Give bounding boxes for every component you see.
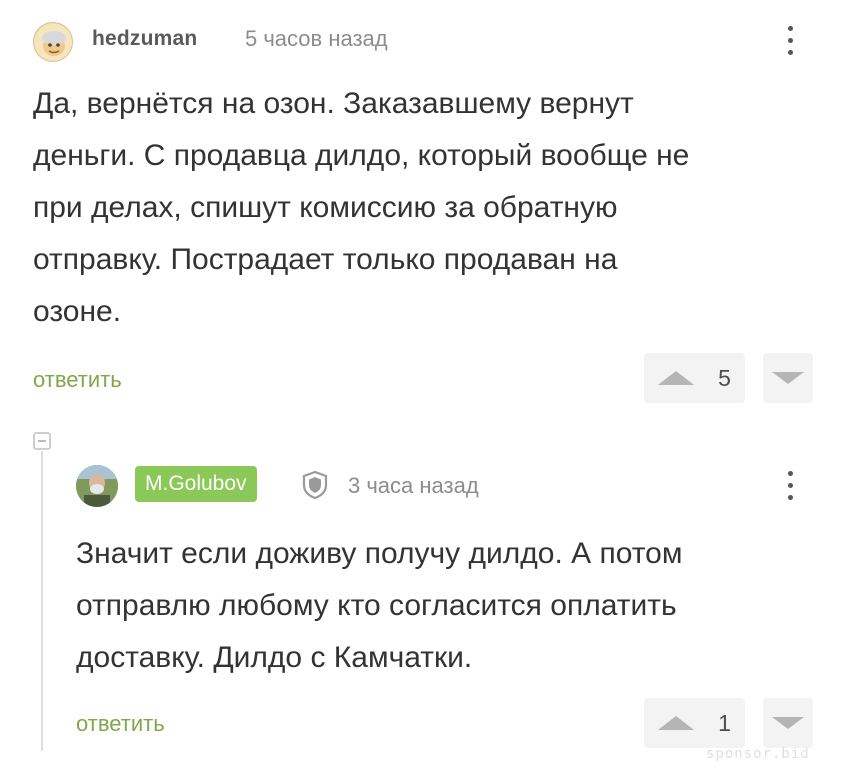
reply-link[interactable]: ответить xyxy=(33,367,122,393)
downvote-button[interactable] xyxy=(763,353,813,403)
collapse-thread-button[interactable] xyxy=(33,432,51,450)
rating-count: 5 xyxy=(718,364,731,391)
upvote-button[interactable]: 1 xyxy=(644,698,745,748)
avatar-golubov-icon xyxy=(76,465,118,507)
comment-line: деньги. С продавца дилдо, который вообще… xyxy=(33,139,690,172)
comment-line: озоне. xyxy=(33,295,122,328)
arrow-up-icon xyxy=(658,716,695,730)
collapse-minus-icon xyxy=(38,440,46,442)
avatar-hedzuman-icon xyxy=(35,24,72,61)
avatar[interactable] xyxy=(33,22,73,62)
arrow-down-icon xyxy=(772,717,804,729)
arrow-down-icon xyxy=(772,372,804,384)
rating-count: 1 xyxy=(718,709,731,736)
comment-time[interactable]: 5 часов назад xyxy=(245,26,388,52)
comment-line: при делах, спишут комиссию за обратную xyxy=(33,191,618,224)
thread-line[interactable] xyxy=(41,451,43,751)
comment-line: отправлю любому кто согласится оплатить xyxy=(76,589,677,622)
watermark: sponsor.bid xyxy=(706,746,810,762)
comment-author[interactable]: hedzuman xyxy=(92,27,197,51)
comment-body: Да, вернётся на озон. Заказавшему вернут… xyxy=(33,78,813,338)
reply-link[interactable]: ответить xyxy=(76,711,165,737)
comment-line: доставку. Дилдо с Камчатки. xyxy=(76,641,473,674)
comment-body: Значит если доживу получу дилдо. А потом… xyxy=(76,528,816,684)
comment-line: Значит если доживу получу дилдо. А потом xyxy=(76,537,683,570)
comment-time[interactable]: 3 часа назад xyxy=(348,473,479,499)
comment-line: отправку. Пострадает только продаван на xyxy=(33,243,618,276)
menu-dots-icon[interactable] xyxy=(784,471,796,500)
arrow-up-icon xyxy=(658,371,695,385)
upvote-button[interactable]: 5 xyxy=(644,353,745,403)
author-badge[interactable]: M.Golubov xyxy=(135,466,257,502)
shield-icon xyxy=(301,470,329,500)
avatar[interactable] xyxy=(76,465,118,507)
downvote-button[interactable] xyxy=(763,698,813,748)
comment-line: Да, вернётся на озон. Заказавшему вернут xyxy=(33,87,634,120)
menu-dots-icon[interactable] xyxy=(784,26,796,55)
